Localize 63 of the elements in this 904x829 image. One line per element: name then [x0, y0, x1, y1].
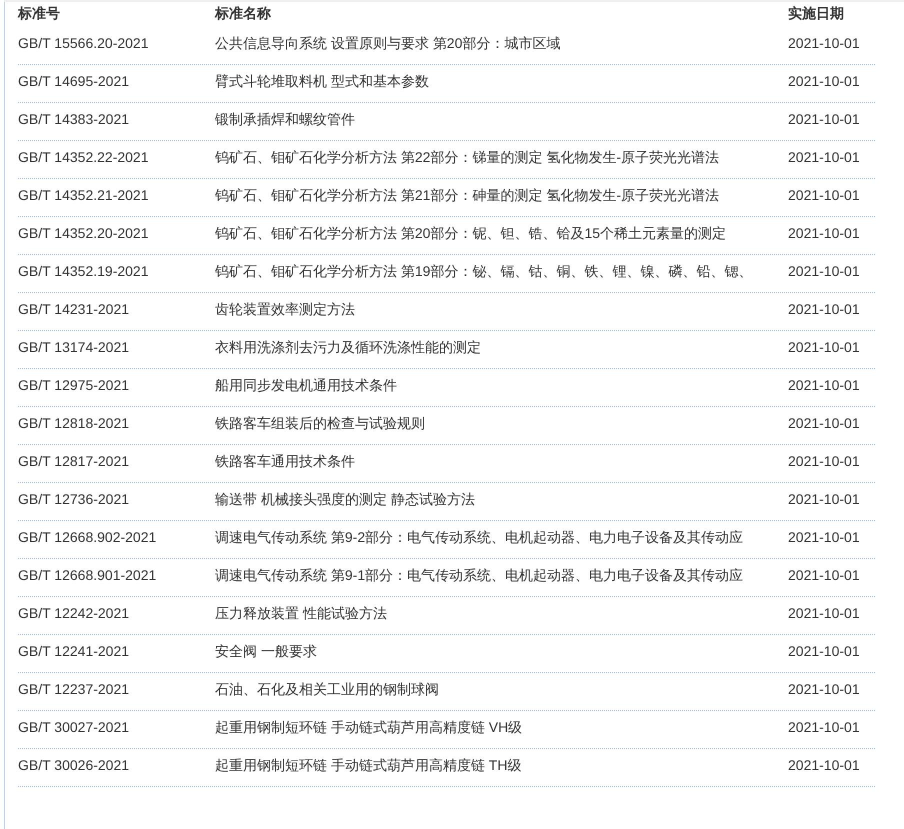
standard-name: 公共信息导向系统 设置原则与要求 第20部分：城市区域	[215, 34, 562, 53]
standard-code: GB/T 13174-2021	[18, 338, 130, 357]
standard-code: GB/T 12241-2021	[18, 642, 130, 661]
implementation-date: 2021-10-01	[788, 604, 860, 623]
standard-code: GB/T 30027-2021	[18, 718, 130, 737]
standard-name: 调速电气传动系统 第9-1部分：电气传动系统、电机起动器、电力电子设备及其传动应	[215, 566, 744, 585]
standard-code: GB/T 12975-2021	[18, 376, 130, 395]
standard-code: GB/T 12817-2021	[18, 452, 130, 471]
implementation-date: 2021-10-01	[788, 186, 860, 205]
standard-name: 锻制承插焊和螺纹管件	[215, 110, 356, 129]
implementation-date: 2021-10-01	[788, 376, 860, 395]
implementation-date: 2021-10-01	[788, 490, 860, 509]
implementation-date: 2021-10-01	[788, 680, 860, 699]
standard-code: GB/T 14352.21-2021	[18, 186, 149, 205]
standard-name: 船用同步发电机通用技术条件	[215, 376, 398, 395]
column-header: 实施日期	[788, 4, 844, 22]
standard-name: 铁路客车通用技术条件	[215, 452, 356, 471]
standard-code: GB/T 12668.901-2021	[18, 566, 156, 585]
implementation-date: 2021-10-01	[788, 756, 860, 775]
standard-code: GB/T 14383-2021	[18, 110, 130, 129]
standard-name: 输送带 机械接头强度的测定 静态试验方法	[215, 490, 476, 509]
standard-code: GB/T 12242-2021	[18, 604, 130, 623]
implementation-date: 2021-10-01	[788, 300, 860, 319]
standard-code: GB/T 14695-2021	[18, 72, 130, 91]
standard-name: 钨矿石、钼矿石化学分析方法 第20部分：铌、钽、锆、铪及15个稀土元素量的测定	[215, 224, 728, 243]
standard-name: 齿轮装置效率测定方法	[215, 300, 356, 319]
standard-name: 压力释放装置 性能试验方法	[215, 604, 388, 623]
implementation-date: 2021-10-01	[788, 338, 860, 357]
standard-name: 钨矿石、钼矿石化学分析方法 第21部分：砷量的测定 氢化物发生-原子荧光光谱法	[215, 186, 720, 205]
implementation-date: 2021-10-01	[788, 34, 860, 53]
standard-name: 起重用钢制短环链 手动链式葫芦用高精度链 TH级	[215, 756, 522, 775]
column-header: 标准名称	[215, 4, 271, 22]
standard-name: 钨矿石、钼矿石化学分析方法 第22部分：锑量的测定 氢化物发生-原子荧光光谱法	[215, 148, 720, 167]
standard-name: 石油、石化及相关工业用的钢制球阀	[215, 680, 440, 699]
standard-code: GB/T 15566.20-2021	[18, 34, 149, 53]
standard-code: GB/T 14352.22-2021	[18, 148, 149, 167]
implementation-date: 2021-10-01	[788, 262, 860, 281]
standard-name: 衣料用洗涤剂去污力及循环洗涤性能的测定	[215, 338, 482, 357]
standard-name: 起重用钢制短环链 手动链式葫芦用高精度链 VH级	[215, 718, 524, 737]
standard-code: GB/T 12736-2021	[18, 490, 130, 509]
implementation-date: 2021-10-01	[788, 528, 860, 547]
implementation-date: 2021-10-01	[788, 224, 860, 243]
standard-name: 臂式斗轮堆取料机 型式和基本参数	[215, 72, 430, 91]
standard-code: GB/T 30026-2021	[18, 756, 130, 775]
standard-name: 安全阀 一般要求	[215, 642, 318, 661]
standard-code: GB/T 12668.902-2021	[18, 528, 156, 547]
implementation-date: 2021-10-01	[788, 452, 860, 471]
implementation-date: 2021-10-01	[788, 718, 860, 737]
standard-name: 铁路客车组装后的检查与试验规则	[215, 414, 426, 433]
standard-code: GB/T 14352.19-2021	[18, 262, 149, 281]
standard-name: 钨矿石、钼矿石化学分析方法 第19部分：铋、镉、钴、铜、铁、锂、镍、磷、铅、锶、	[215, 262, 754, 281]
standard-code: GB/T 12237-2021	[18, 680, 130, 699]
implementation-date: 2021-10-01	[788, 72, 860, 91]
implementation-date: 2021-10-01	[788, 642, 860, 661]
standard-code: GB/T 14231-2021	[18, 300, 130, 319]
implementation-date: 2021-10-01	[788, 110, 860, 129]
implementation-date: 2021-10-01	[788, 566, 860, 585]
standard-name: 调速电气传动系统 第9-2部分：电气传动系统、电机起动器、电力电子设备及其传动应	[215, 528, 744, 547]
implementation-date: 2021-10-01	[788, 414, 860, 433]
standard-code: GB/T 12818-2021	[18, 414, 130, 433]
implementation-date: 2021-10-01	[788, 148, 860, 167]
standard-code: GB/T 14352.20-2021	[18, 224, 149, 243]
column-header: 标准号	[18, 4, 60, 22]
